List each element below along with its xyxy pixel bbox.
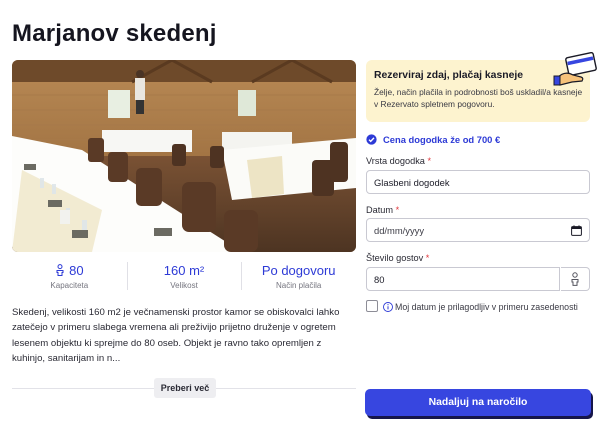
event-type-label: Vrsta dogodka * — [366, 156, 432, 166]
required-mark: * — [427, 156, 432, 166]
person-icon — [56, 264, 64, 276]
stat-payment: Po dogovoru Način plačila — [241, 262, 356, 292]
stat-size: 160 m² Velikost — [126, 262, 242, 292]
venue-photo[interactable] — [12, 60, 356, 252]
flexible-date-checkbox[interactable] — [366, 300, 378, 312]
verified-check-icon — [366, 134, 377, 145]
stat-label: Kapaciteta — [50, 281, 89, 290]
flexible-date-text: Moj datum je prilagodljiv v primeru zase… — [395, 302, 578, 312]
venue-description: Skedenj, velikosti 160 m2 je večnamenski… — [12, 307, 340, 365]
stat-value: 160 m² — [163, 262, 205, 278]
page-title: Marjanov skedenj — [12, 20, 217, 47]
date-label: Datum * — [366, 205, 400, 215]
stat-value: 80 — [69, 262, 84, 278]
venue-stats: 80 Kapaciteta 160 m² Velikost Po dogovor… — [12, 262, 356, 292]
promo-title: Rezerviraj zdaj, plačaj kasneje — [374, 70, 524, 81]
required-mark: * — [395, 205, 400, 215]
stat-label: Velikost — [170, 281, 198, 290]
stat-label: Način plačila — [276, 281, 322, 290]
price-text: Cena dogodka že od 700 € — [383, 134, 501, 145]
date-input[interactable]: dd/mm/yyyy — [366, 218, 590, 242]
calendar-icon[interactable] — [571, 225, 582, 236]
credit-card-icon — [553, 52, 597, 86]
guests-label: Število gostov * — [366, 253, 430, 263]
price-info: Cena dogodka že od 700 € — [366, 134, 500, 145]
promo-text: Želje, način plačila in podrobnosti boš … — [374, 87, 583, 109]
person-icon — [571, 272, 579, 286]
read-more-button[interactable]: Preberi več — [154, 378, 216, 398]
guests-input[interactable]: 80 — [366, 267, 560, 291]
required-mark: * — [425, 253, 430, 263]
guests-person-box — [561, 267, 590, 291]
stat-capacity: 80 Kapaciteta — [12, 262, 127, 292]
continue-order-button[interactable]: Nadaljuj na naročilo — [365, 389, 591, 416]
stat-value: Po dogovoru — [261, 262, 336, 278]
event-type-input[interactable]: Glasbeni dogodek — [366, 170, 590, 194]
